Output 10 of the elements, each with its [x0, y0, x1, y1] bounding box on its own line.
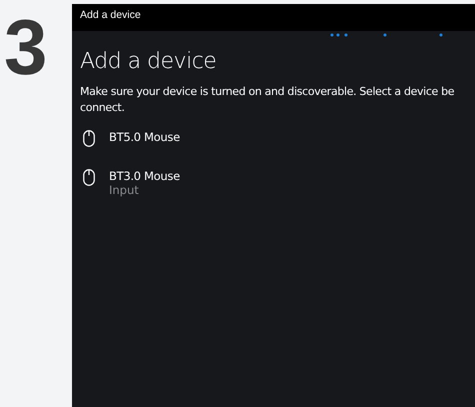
step-number: 3: [3, 2, 46, 93]
window-title: Add a device: [80, 9, 141, 21]
mouse-icon: [83, 130, 95, 147]
instruction-text: Make sure your device is turned on and discoverable. Select a device be: [80, 84, 454, 100]
instruction-text: connect.: [80, 100, 125, 116]
device-name[interactable]: BT3.0 Mouse: [109, 168, 180, 183]
mouse-icon: [83, 168, 95, 186]
device-type: Input: [109, 182, 140, 197]
device-name[interactable]: BT5.0 Mouse: [109, 130, 180, 144]
dialog-heading: Add a device: [80, 49, 216, 74]
